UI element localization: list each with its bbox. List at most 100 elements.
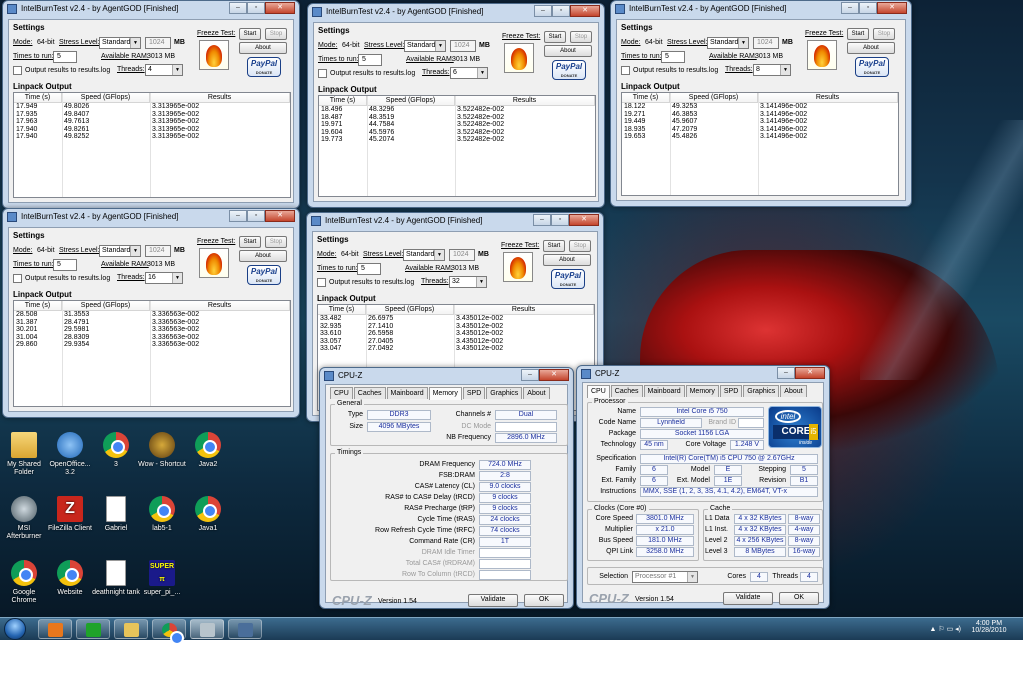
threads-select[interactable]: 6 ▼: [450, 67, 488, 79]
close-button[interactable]: ✕: [539, 369, 569, 381]
memory-field[interactable]: 1024: [145, 37, 171, 49]
times-to-run-field[interactable]: 5: [357, 263, 381, 275]
speed-column-header[interactable]: Speed (GFlops): [366, 305, 454, 314]
speed-column-header[interactable]: Speed (GFlops): [62, 301, 150, 310]
tab-memory[interactable]: Memory: [428, 387, 462, 400]
memory-field[interactable]: 1024: [753, 37, 779, 49]
minimize-button[interactable]: –: [521, 369, 539, 381]
tab-spd[interactable]: SPD: [462, 387, 486, 399]
close-button[interactable]: ✕: [877, 2, 907, 14]
maximize-button[interactable]: ▫: [247, 2, 265, 14]
time-column-header[interactable]: Time (s): [622, 93, 670, 102]
start-button[interactable]: Start: [544, 31, 566, 43]
results-column-header[interactable]: Results: [150, 301, 290, 310]
stress-level-select[interactable]: Standard ▼: [707, 37, 749, 49]
tab-caches[interactable]: Caches: [610, 385, 643, 397]
validate-button[interactable]: Validate: [468, 594, 518, 607]
desktop-icon-openoffice-3-2[interactable]: OpenOffice... 3.2: [46, 432, 94, 477]
minimize-button[interactable]: –: [777, 367, 795, 379]
about-button[interactable]: About: [847, 42, 895, 54]
close-button[interactable]: ✕: [570, 5, 600, 17]
desktop-icon-super-pi-[interactable]: SUPER π super_pi_...: [138, 560, 186, 597]
desktop-icon-my-shared-folder[interactable]: My Shared Folder: [0, 432, 48, 477]
tab-graphics[interactable]: Graphics: [486, 387, 523, 399]
stress-level-select[interactable]: Standard ▼: [99, 245, 141, 257]
close-button[interactable]: ✕: [795, 367, 825, 379]
desktop-icon-filezilla-client[interactable]: Z FileZilla Client: [46, 496, 94, 533]
stress-level-select[interactable]: Standard ▼: [99, 37, 141, 49]
desktop-icon-lab5-1[interactable]: lab5-1: [138, 496, 186, 533]
tab-about[interactable]: About: [780, 385, 807, 397]
freeze-test-flame-icon[interactable]: [503, 252, 533, 282]
stop-button[interactable]: Stop: [265, 236, 287, 248]
desktop-icon-java1[interactable]: Java1: [184, 496, 232, 533]
maximize-button[interactable]: ▫: [552, 5, 570, 17]
taskbar-explorer[interactable]: [114, 619, 148, 639]
speed-column-header[interactable]: Speed (GFlops): [367, 96, 455, 105]
about-button[interactable]: About: [239, 250, 287, 262]
start-button[interactable]: Start: [543, 240, 565, 252]
freeze-test-flame-icon[interactable]: [199, 248, 229, 278]
about-button[interactable]: About: [239, 42, 287, 54]
maximize-button[interactable]: ▫: [247, 210, 265, 222]
output-results-checkbox[interactable]: [318, 69, 327, 78]
times-to-run-field[interactable]: 5: [661, 51, 685, 63]
paypal-donate-button[interactable]: PayPal DONATE: [855, 57, 889, 77]
desktop-icon-3[interactable]: 3: [92, 432, 140, 469]
start-button[interactable]: Start: [239, 236, 261, 248]
intelburn-titlebar[interactable]: IntelBurnTest v2.4 - by AgentGOD [Finish…: [307, 213, 603, 229]
start-button[interactable]: Start: [239, 28, 261, 40]
tab-mainboard[interactable]: Mainboard: [386, 387, 428, 399]
threads-select[interactable]: 32 ▼: [449, 276, 487, 288]
taskbar-media-player[interactable]: [38, 619, 72, 639]
freeze-test-flame-icon[interactable]: [199, 40, 229, 70]
results-column-header[interactable]: Results: [455, 96, 595, 105]
close-button[interactable]: ✕: [569, 214, 599, 226]
cpuz-cpu-titlebar[interactable]: CPU-Z – ✕: [577, 366, 829, 382]
times-to-run-field[interactable]: 5: [53, 259, 77, 271]
taskbar-cpuz[interactable]: [228, 619, 262, 639]
maximize-button[interactable]: ▫: [551, 214, 569, 226]
minimize-button[interactable]: –: [841, 2, 859, 14]
intelburn-titlebar[interactable]: IntelBurnTest v2.4 - by AgentGOD [Finish…: [3, 209, 299, 225]
times-to-run-field[interactable]: 5: [53, 51, 77, 63]
start-button[interactable]: Start: [847, 28, 869, 40]
desktop-icon-wow-shortcut[interactable]: Wow - Shortcut: [138, 432, 186, 469]
tab-mainboard[interactable]: Mainboard: [643, 385, 685, 397]
paypal-donate-button[interactable]: PayPal DONATE: [552, 60, 586, 80]
memory-field[interactable]: 1024: [145, 245, 171, 257]
output-results-checkbox[interactable]: [317, 278, 326, 287]
freeze-test-flame-icon[interactable]: [504, 43, 534, 73]
memory-field[interactable]: 1024: [449, 249, 475, 261]
tray-icons[interactable]: ▲ ⚐ ▭ ◂): [930, 625, 962, 633]
output-results-checkbox[interactable]: [13, 66, 22, 75]
tab-cpu[interactable]: CPU: [330, 387, 353, 399]
intelburn-titlebar[interactable]: IntelBurnTest v2.4 - by AgentGOD [Finish…: [611, 1, 911, 17]
desktop-icon-gabriel[interactable]: Gabriel: [92, 496, 140, 533]
threads-select[interactable]: 16 ▼: [145, 272, 183, 284]
clock[interactable]: 4:00 PM 10/28/2010: [963, 620, 1015, 634]
desktop-icon-deathnight-tank[interactable]: deathnight tank: [92, 560, 140, 597]
start-button[interactable]: [4, 618, 26, 640]
desktop-icon-google-chrome[interactable]: Google Chrome: [0, 560, 48, 605]
results-column-header[interactable]: Results: [150, 93, 290, 102]
tab-graphics[interactable]: Graphics: [743, 385, 780, 397]
stress-level-select[interactable]: Standard ▼: [404, 40, 446, 52]
time-column-header[interactable]: Time (s): [14, 301, 62, 310]
paypal-donate-button[interactable]: PayPal DONATE: [247, 57, 281, 77]
stop-button[interactable]: Stop: [873, 28, 895, 40]
desktop-icon-website[interactable]: Website: [46, 560, 94, 597]
intelburn-titlebar[interactable]: IntelBurnTest v2.4 - by AgentGOD [Finish…: [308, 4, 604, 20]
intelburn-titlebar[interactable]: IntelBurnTest v2.4 - by AgentGOD [Finish…: [3, 1, 299, 17]
results-column-header[interactable]: Results: [758, 93, 898, 102]
taskbar-superpi[interactable]: [76, 619, 110, 639]
speed-column-header[interactable]: Speed (GFlops): [670, 93, 758, 102]
ok-button[interactable]: OK: [779, 592, 819, 605]
stop-button[interactable]: Stop: [570, 31, 592, 43]
minimize-button[interactable]: –: [229, 2, 247, 14]
output-results-checkbox[interactable]: [13, 274, 22, 283]
desktop-icon-msi-afterburner[interactable]: MSI Afterburner: [0, 496, 48, 541]
tab-spd[interactable]: SPD: [719, 385, 743, 397]
minimize-button[interactable]: –: [533, 214, 551, 226]
freeze-test-flame-icon[interactable]: [807, 40, 837, 70]
